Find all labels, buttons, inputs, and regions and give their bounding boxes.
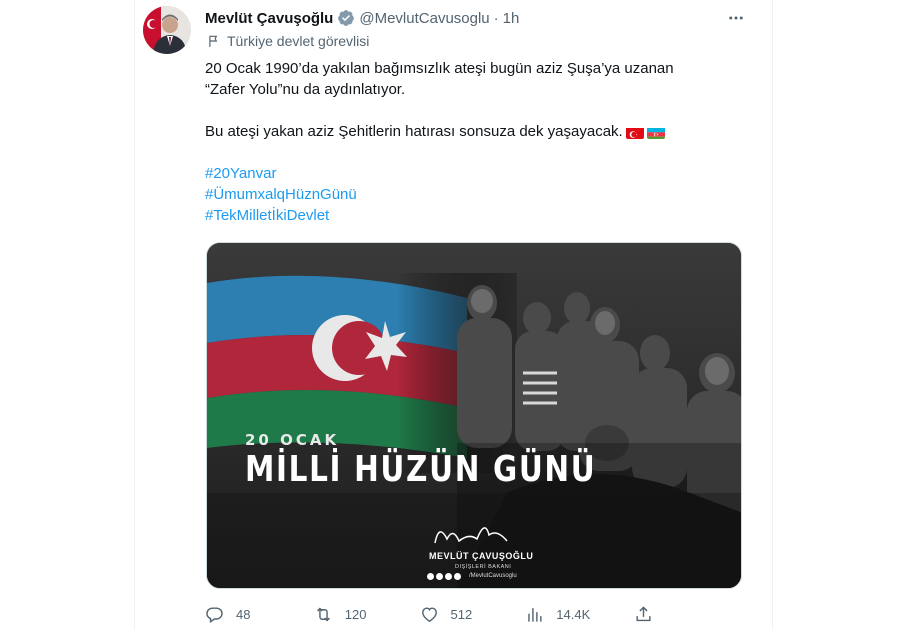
tweet-header: Mevlüt Çavuşoğlu @MevlutCavusoglu · 1h (205, 8, 519, 28)
retweet-button[interactable]: 120 (314, 605, 420, 624)
media-signature-name: MEVLÜT ÇAVUŞOĞLU (429, 551, 534, 561)
flag-icon (209, 35, 218, 47)
media-signature-role: DIŞİŞLERİ BAKANI (455, 564, 512, 570)
tweet-text-line-2: “Zafer Yolu”nu da aydınlatıyor. (205, 81, 406, 98)
hashtag-link[interactable]: #ÜmumxalqHüznGünü (205, 184, 745, 205)
views-button[interactable]: 14.4K (525, 605, 634, 624)
facebook-icon (427, 573, 434, 580)
timestamp[interactable]: 1h (503, 10, 520, 27)
verified-badge-icon (337, 9, 355, 27)
view-count: 14.4K (556, 606, 591, 622)
tweet-text: 20 Ocak 1990’da yakılan bağımsızlık ateş… (205, 58, 745, 226)
tweet-action-bar: 48 120 512 14.4K (205, 603, 665, 625)
turkey-flag-icon (625, 126, 644, 139)
reply-count: 48 (236, 606, 251, 622)
media-signature-handle: /MevlutCavusoglu (469, 573, 517, 579)
retweet-icon (316, 607, 330, 621)
share-button[interactable] (634, 605, 665, 624)
hashtag-link[interactable]: #TekMilletİkiDevlet (205, 205, 745, 226)
separator-dot: · (493, 9, 499, 27)
youtube-icon (445, 573, 452, 580)
author-handle[interactable]: @MevlutCavusoglu (359, 10, 489, 27)
twitter-icon (454, 573, 461, 580)
reply-icon (206, 606, 223, 623)
media-artwork (207, 243, 741, 588)
hashtag-link[interactable]: #20Yanvar (205, 163, 745, 184)
media-title-small: 20 OCAK (245, 431, 340, 449)
like-count: 512 (450, 606, 473, 622)
media-social-icons (427, 573, 461, 580)
reply-button[interactable]: 48 (205, 605, 314, 624)
tweet-text-line-3-wrap: Bu ateşi yakan aziz Şehitlerin hatırası … (205, 121, 745, 142)
more-dots-icon[interactable] (726, 8, 746, 28)
azerbaijan-flag-icon (646, 126, 665, 139)
share-icon (636, 605, 651, 621)
instagram-icon (436, 573, 443, 580)
tweet-media-image[interactable]: 20 OCAK MİLLİ HÜZÜN GÜNÜ MEVLÜT ÇAVUŞOĞL… (206, 242, 742, 589)
account-label-text: Türkiye devlet görevlisi (227, 33, 370, 49)
retweet-count: 120 (344, 606, 367, 622)
author-name[interactable]: Mevlüt Çavuşoğlu (205, 10, 333, 27)
heart-icon (421, 606, 437, 622)
account-label: Türkiye devlet görevlisi (207, 33, 369, 49)
avatar[interactable] (143, 6, 191, 54)
like-button[interactable]: 512 (420, 605, 526, 624)
analytics-icon (528, 607, 542, 622)
tweet-text-line-3: Bu ateşi yakan aziz Şehitlerin hatırası … (205, 123, 623, 140)
tweet-text-line-1: 20 Ocak 1990’da yakılan bağımsızlık ateş… (205, 60, 674, 77)
media-title-big: MİLLİ HÜZÜN GÜNÜ (245, 449, 597, 490)
